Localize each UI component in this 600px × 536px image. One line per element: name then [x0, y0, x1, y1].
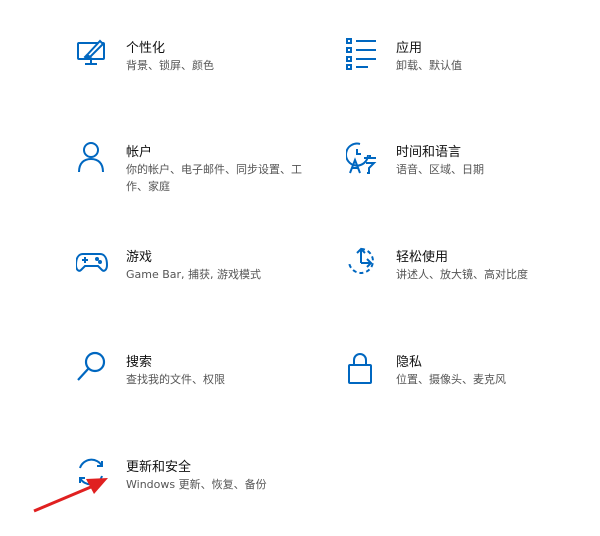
annotation-arrow	[33, 478, 108, 513]
